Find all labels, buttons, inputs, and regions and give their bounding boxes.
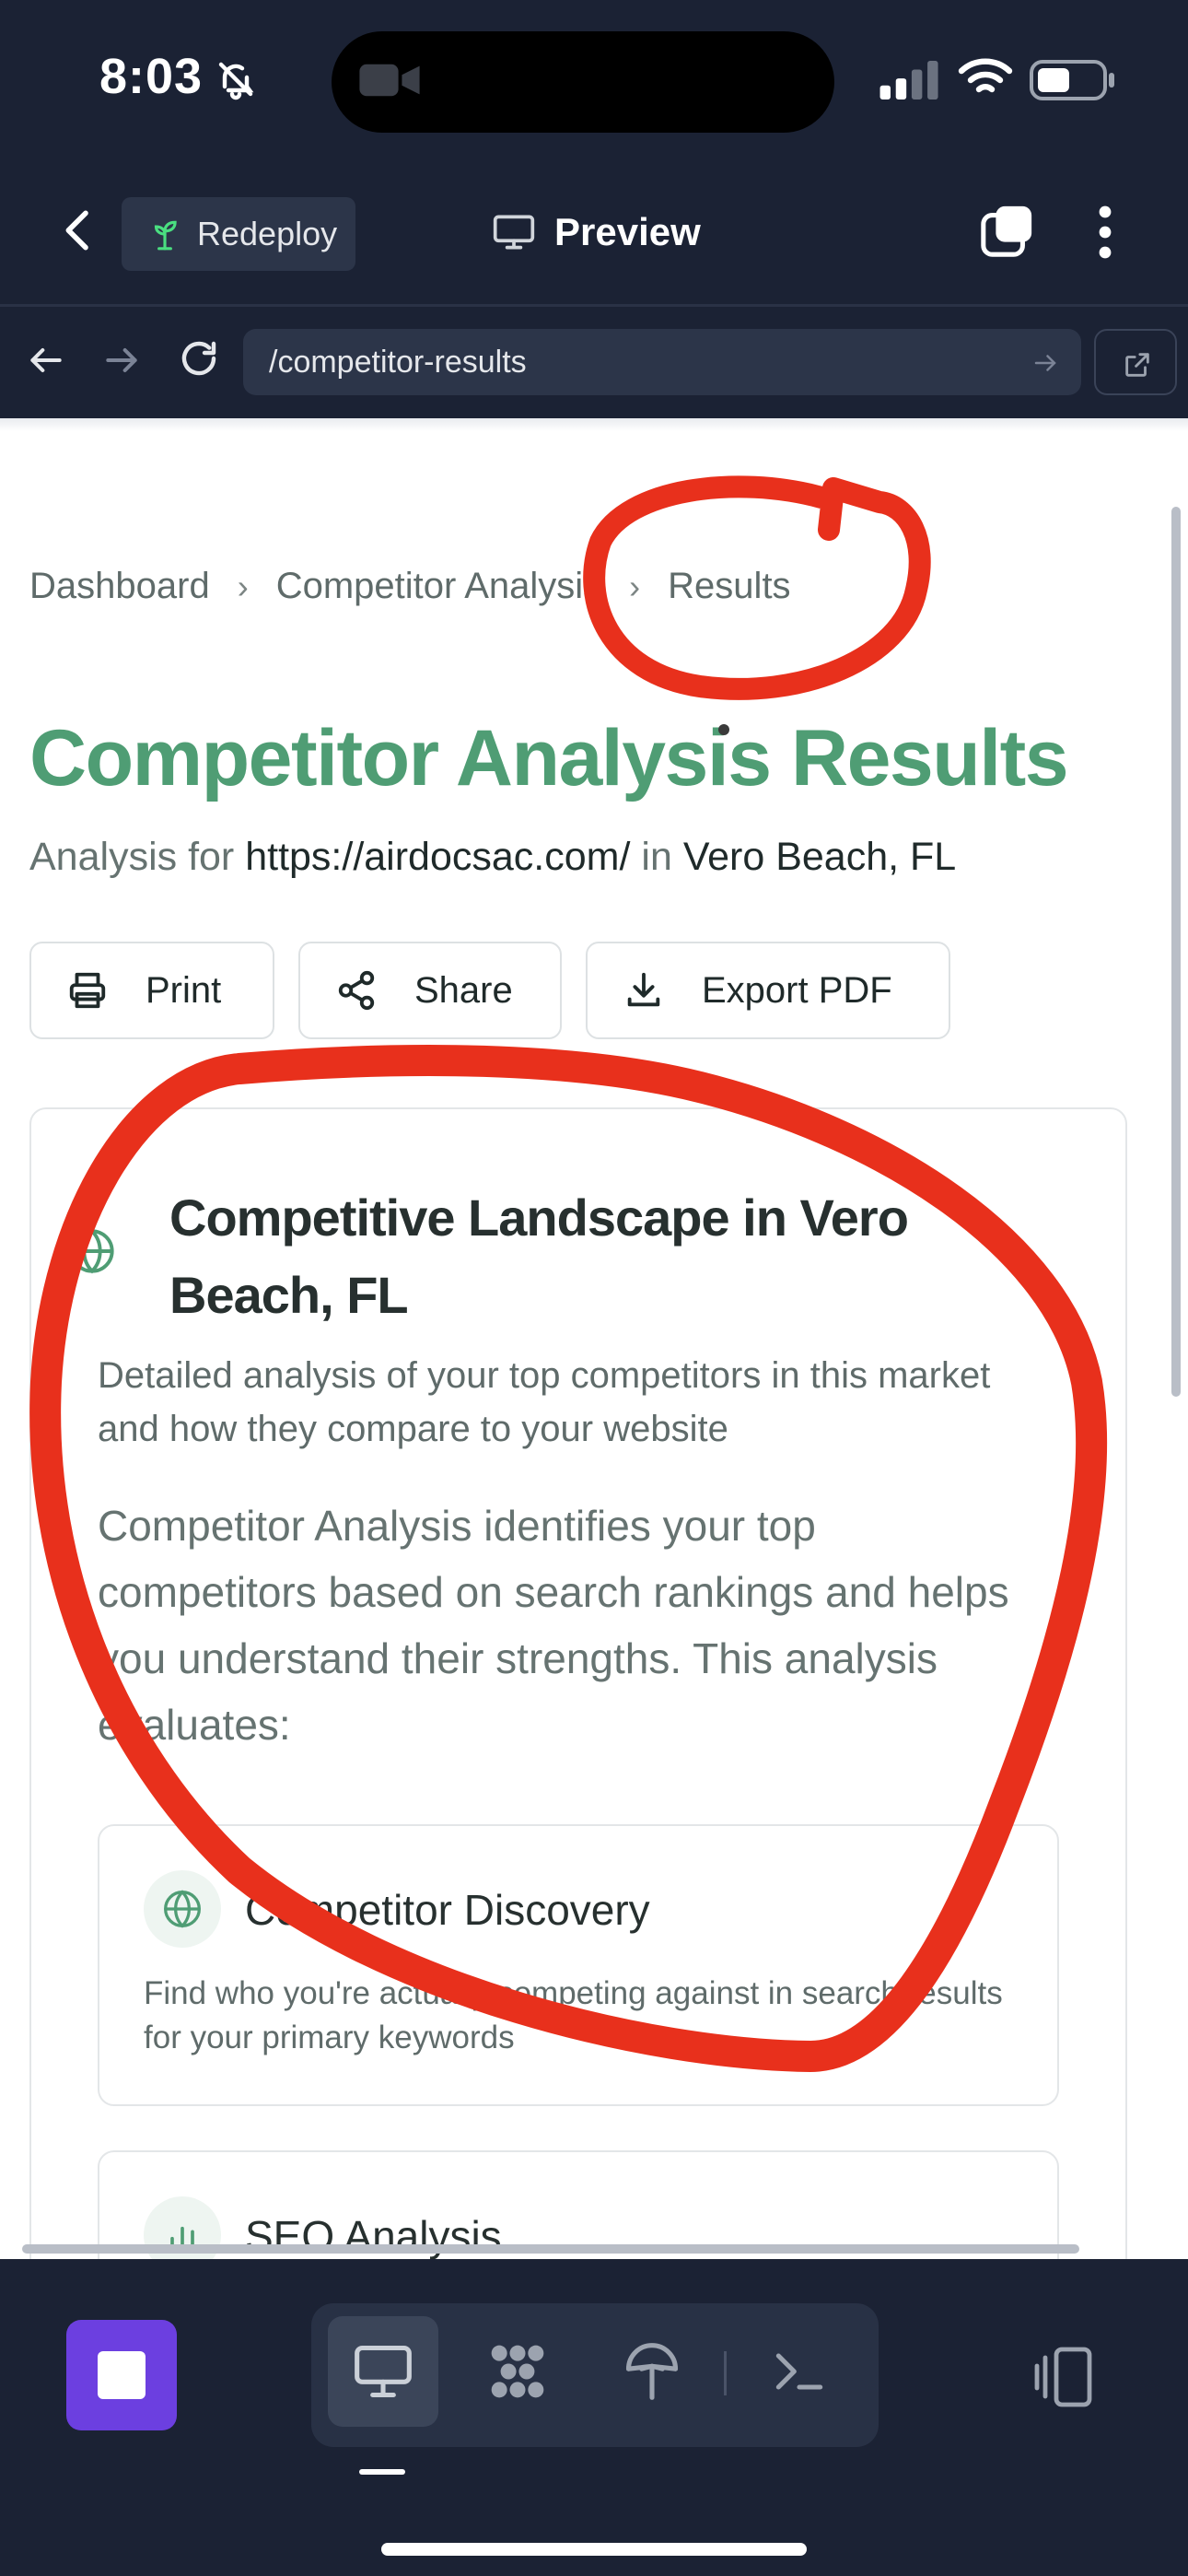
analyzed-url: https://airdocsac.com/ (245, 835, 631, 879)
video-icon (359, 64, 420, 97)
monitor-icon (493, 215, 535, 250)
feature-description: Find who you're actually competing again… (144, 1975, 1003, 2055)
deploy-tab[interactable] (597, 2316, 707, 2427)
share-icon (338, 970, 375, 1011)
arrow-right-icon[interactable] (1031, 349, 1059, 377)
card-description: Detailed analysis of your top competitor… (98, 1355, 991, 1449)
horizontal-scrollbar[interactable] (22, 2244, 1079, 2254)
feature-icon (144, 1870, 221, 1948)
card-body-text: Competitor Analysis identifies your top … (98, 1502, 1009, 1749)
url-text: /competitor-results (269, 344, 527, 380)
terminal-icon (775, 2353, 823, 2390)
globe-icon (164, 1890, 201, 1928)
analyzed-location: Vero Beach, FL (682, 835, 957, 879)
breadcrumb-results: Results (668, 566, 791, 606)
desktop-preview-tab[interactable] (328, 2316, 438, 2427)
arrow-right-icon[interactable] (101, 340, 142, 381)
redeploy-button[interactable]: Redeploy (122, 197, 355, 271)
breadcrumb-separator: › (629, 567, 641, 605)
url-input[interactable]: /competitor-results (243, 329, 1081, 395)
open-external-button[interactable] (1094, 329, 1177, 395)
signal-icon (879, 61, 938, 100)
chevron-left-icon[interactable] (53, 205, 105, 256)
subtitle-in: in (630, 835, 683, 879)
bottom-toolbar (0, 2259, 1188, 2576)
feature-competitor-discovery: Competitor Discovery Find who you're act… (98, 1824, 1059, 2106)
url-toolbar: /competitor-results (0, 304, 1188, 418)
preview-title: Preview (492, 205, 701, 260)
breadcrumb-competitor-analysis[interactable]: Competitor Analysis (276, 566, 601, 607)
desktop-icon (355, 2345, 412, 2398)
status-bar: 8:03 (0, 0, 1188, 157)
print-button[interactable]: Print (29, 942, 274, 1039)
globe-icon (70, 1228, 114, 1274)
active-tab-indicator (359, 2469, 405, 2475)
share-button[interactable]: Share (298, 942, 562, 1039)
wifi-icon (958, 58, 1013, 93)
download-icon (627, 972, 660, 1007)
vertical-scrollbar[interactable] (1171, 507, 1181, 1397)
export-pdf-label: Export PDF (702, 969, 892, 1011)
page-subtitle: Analysis for https://airdocsac.com/ in V… (29, 835, 956, 880)
breadcrumb: Dashboard › Competitor Analysis › Result… (29, 566, 791, 607)
external-link-icon (1125, 353, 1149, 377)
print-label: Print (146, 969, 222, 1011)
breadcrumb-separator: › (237, 567, 249, 605)
grid-icon (491, 2345, 544, 2398)
tabs-icon[interactable] (978, 203, 1035, 260)
share-label: Share (414, 969, 513, 1011)
preview-label: Preview (554, 210, 701, 253)
stop-button[interactable] (66, 2320, 177, 2430)
breadcrumb-dashboard[interactable]: Dashboard (29, 566, 210, 607)
arrow-left-icon[interactable] (26, 340, 66, 381)
export-pdf-button[interactable]: Export PDF (586, 942, 950, 1039)
web-preview: Dashboard › Competitor Analysis › Result… (0, 418, 1188, 2259)
workspace-tab[interactable] (462, 2316, 573, 2427)
app-header: Redeploy Preview (0, 157, 1188, 304)
subtitle-prefix: Analysis for (29, 835, 246, 879)
sprout-icon (154, 220, 177, 251)
view-switcher (311, 2303, 879, 2447)
feature-seo-analysis: SEO Analysis (98, 2150, 1059, 2259)
terminal-tab[interactable] (744, 2316, 855, 2427)
redeploy-label: Redeploy (197, 215, 338, 252)
deploy-icon (625, 2343, 679, 2400)
battery-icon (1030, 60, 1114, 100)
home-indicator[interactable] (381, 2543, 807, 2556)
bell-slash-icon (218, 62, 254, 100)
reload-icon[interactable] (177, 336, 221, 381)
feature-title: Competitor Discovery (245, 1886, 650, 1934)
page-title: Competitor Analysis Results (29, 714, 1069, 802)
device-toggle-icon[interactable] (1031, 2344, 1098, 2410)
printer-icon (69, 972, 106, 1009)
status-time: 8:03 (99, 49, 204, 104)
card-title: Competitive Landscape in Vero Beach, FL (169, 1188, 909, 1324)
more-vertical-icon[interactable] (1092, 205, 1118, 260)
stop-icon (98, 2351, 146, 2399)
